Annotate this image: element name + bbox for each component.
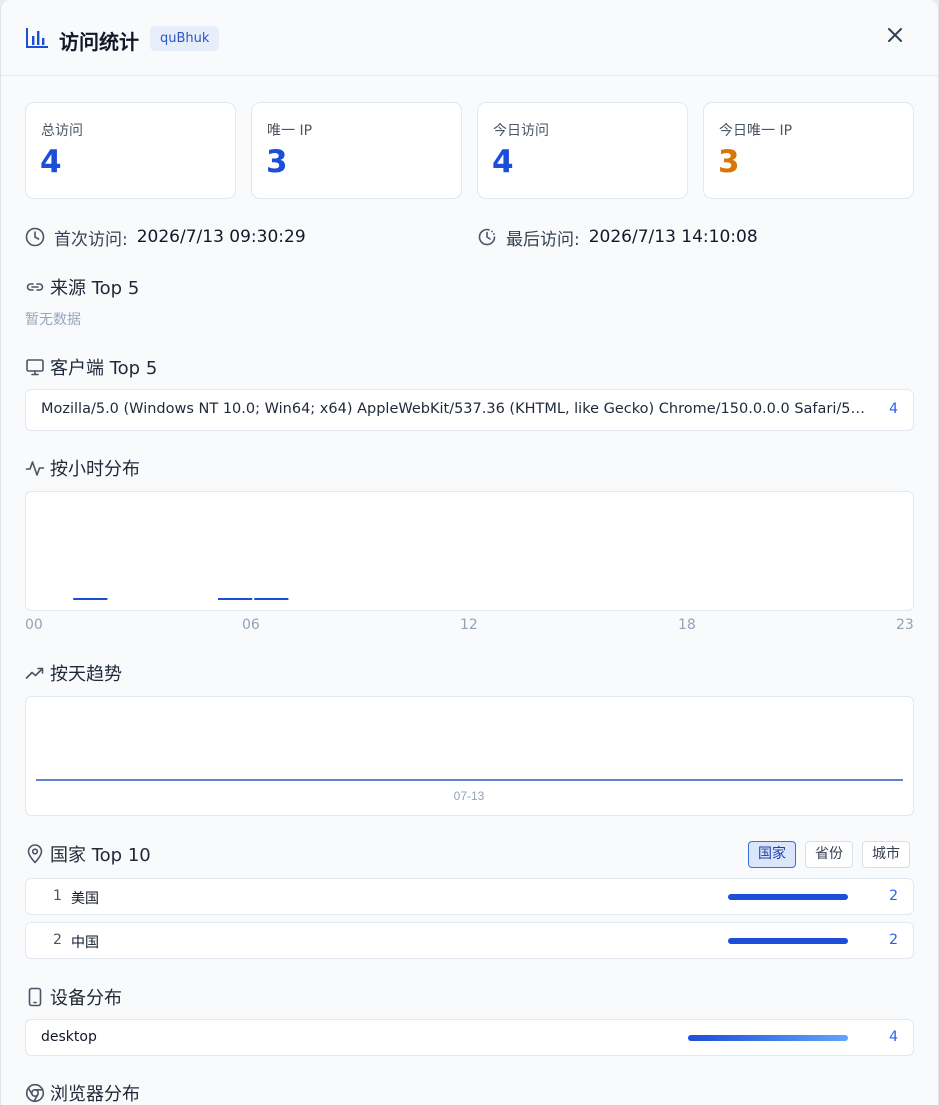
referer-section-title: 来源 Top 5 bbox=[25, 275, 139, 299]
last-visit-row: 最后访问: 2026/7/13 14:10:08 bbox=[477, 224, 758, 250]
device-count: 4 bbox=[889, 1029, 898, 1045]
trending-up-icon bbox=[25, 667, 44, 679]
hourly-chart bbox=[25, 491, 914, 611]
referer-title: 来源 Top 5 bbox=[50, 278, 140, 299]
list-item: 2 中国 2 bbox=[25, 922, 914, 959]
device-title: 设备分布 bbox=[50, 988, 122, 1009]
hourly-bar bbox=[254, 598, 289, 600]
history-icon bbox=[478, 228, 496, 246]
hourly-tick-label: 12 bbox=[460, 617, 478, 633]
chrome-icon bbox=[25, 1083, 45, 1103]
country-bar-track bbox=[728, 938, 848, 944]
last-visit-label: 最后访问: bbox=[506, 229, 580, 250]
browser-section-title: 浏览器分布 bbox=[25, 1081, 140, 1105]
stat-card-today-unique-ip: 今日唯一 IP 3 bbox=[703, 102, 914, 199]
country-bar-fill bbox=[728, 938, 848, 944]
link-icon bbox=[26, 283, 44, 291]
country-name: 中国 bbox=[71, 935, 99, 951]
stat-label: 唯一 IP bbox=[267, 123, 313, 139]
hourly-tick-label: 23 bbox=[896, 617, 914, 633]
client-row: Mozilla/5.0 (Windows NT 10.0; Win64; x64… bbox=[25, 389, 914, 431]
country-count: 2 bbox=[889, 932, 898, 948]
device-section-title: 设备分布 bbox=[25, 985, 122, 1009]
hourly-tick-label: 06 bbox=[242, 617, 260, 633]
stat-label: 今日访问 bbox=[493, 123, 549, 139]
hourly-chart-svg bbox=[73, 598, 289, 600]
tab-country[interactable]: 国家 bbox=[748, 841, 796, 868]
modal-header: 访问统计 quBhuk bbox=[1, 0, 938, 76]
hourly-bar bbox=[218, 598, 253, 600]
clock-icon bbox=[25, 227, 45, 247]
hourly-title: 按小时分布 bbox=[50, 459, 140, 480]
smartphone-icon bbox=[28, 987, 42, 1007]
last-visit-value: 2026/7/13 14:10:08 bbox=[588, 227, 758, 247]
tab-province[interactable]: 省份 bbox=[805, 841, 853, 868]
device-name: desktop bbox=[41, 1029, 97, 1045]
stat-label: 今日唯一 IP bbox=[719, 123, 793, 139]
stat-card-today: 今日访问 4 bbox=[477, 102, 688, 199]
stat-card-total: 总访问 4 bbox=[25, 102, 236, 199]
country-name: 美国 bbox=[71, 891, 99, 907]
device-bar-track bbox=[688, 1035, 848, 1041]
activity-icon bbox=[25, 461, 45, 476]
daily-title: 按天趋势 bbox=[50, 664, 122, 685]
country-bar-track bbox=[728, 894, 848, 900]
first-visit-row: 首次访问: 2026/7/13 09:30:29 bbox=[25, 224, 306, 250]
daily-chart: 07-13 bbox=[25, 696, 914, 816]
hourly-bar bbox=[73, 598, 108, 600]
hourly-tick-label: 18 bbox=[678, 617, 696, 633]
country-section-title: 国家 Top 10 bbox=[25, 842, 151, 866]
device-bar-fill bbox=[688, 1035, 848, 1041]
stat-card-unique-ip: 唯一 IP 3 bbox=[251, 102, 462, 199]
daily-x-label: 07-13 bbox=[454, 789, 485, 803]
country-title: 国家 Top 10 bbox=[50, 845, 151, 866]
client-title: 客户端 Top 5 bbox=[50, 358, 158, 379]
user-agent-count: 4 bbox=[889, 401, 898, 417]
stat-value: 3 bbox=[718, 144, 740, 180]
country-count: 2 bbox=[889, 888, 898, 904]
hourly-tick-label: 00 bbox=[25, 617, 43, 633]
list-item: desktop 4 bbox=[25, 1019, 914, 1056]
stat-label: 总访问 bbox=[41, 123, 83, 139]
daily-chart-svg: 07-13 bbox=[36, 779, 903, 803]
browser-title: 浏览器分布 bbox=[50, 1084, 140, 1105]
bar-chart-icon bbox=[26, 28, 48, 48]
user-agent-text: Mozilla/5.0 (Windows NT 10.0; Win64; x64… bbox=[41, 401, 873, 417]
country-rank: 2 bbox=[53, 932, 62, 948]
daily-section-title: 按天趋势 bbox=[25, 661, 122, 685]
tab-city[interactable]: 城市 bbox=[862, 841, 910, 868]
stat-value: 3 bbox=[266, 144, 288, 180]
country-bar-fill bbox=[728, 894, 848, 900]
first-visit-label: 首次访问: bbox=[54, 229, 128, 250]
hourly-section-title: 按小时分布 bbox=[25, 456, 140, 480]
close-icon[interactable] bbox=[883, 23, 907, 47]
first-visit-value: 2026/7/13 09:30:29 bbox=[136, 227, 306, 247]
short-code-badge: quBhuk bbox=[150, 26, 220, 51]
map-pin-icon bbox=[27, 844, 43, 864]
stat-value: 4 bbox=[40, 144, 62, 180]
stats-modal: 访问统计 quBhuk 总访问 4 唯一 IP 3 今日访问 4 今日唯一 IP… bbox=[0, 0, 939, 1105]
stat-value: 4 bbox=[492, 144, 514, 180]
modal-title: 访问统计 bbox=[59, 30, 139, 54]
monitor-icon bbox=[26, 359, 44, 376]
country-rank: 1 bbox=[53, 888, 62, 904]
list-item: 1 美国 2 bbox=[25, 878, 914, 915]
referer-empty-text: 暂无数据 bbox=[25, 312, 81, 328]
client-section-title: 客户端 Top 5 bbox=[25, 355, 157, 379]
